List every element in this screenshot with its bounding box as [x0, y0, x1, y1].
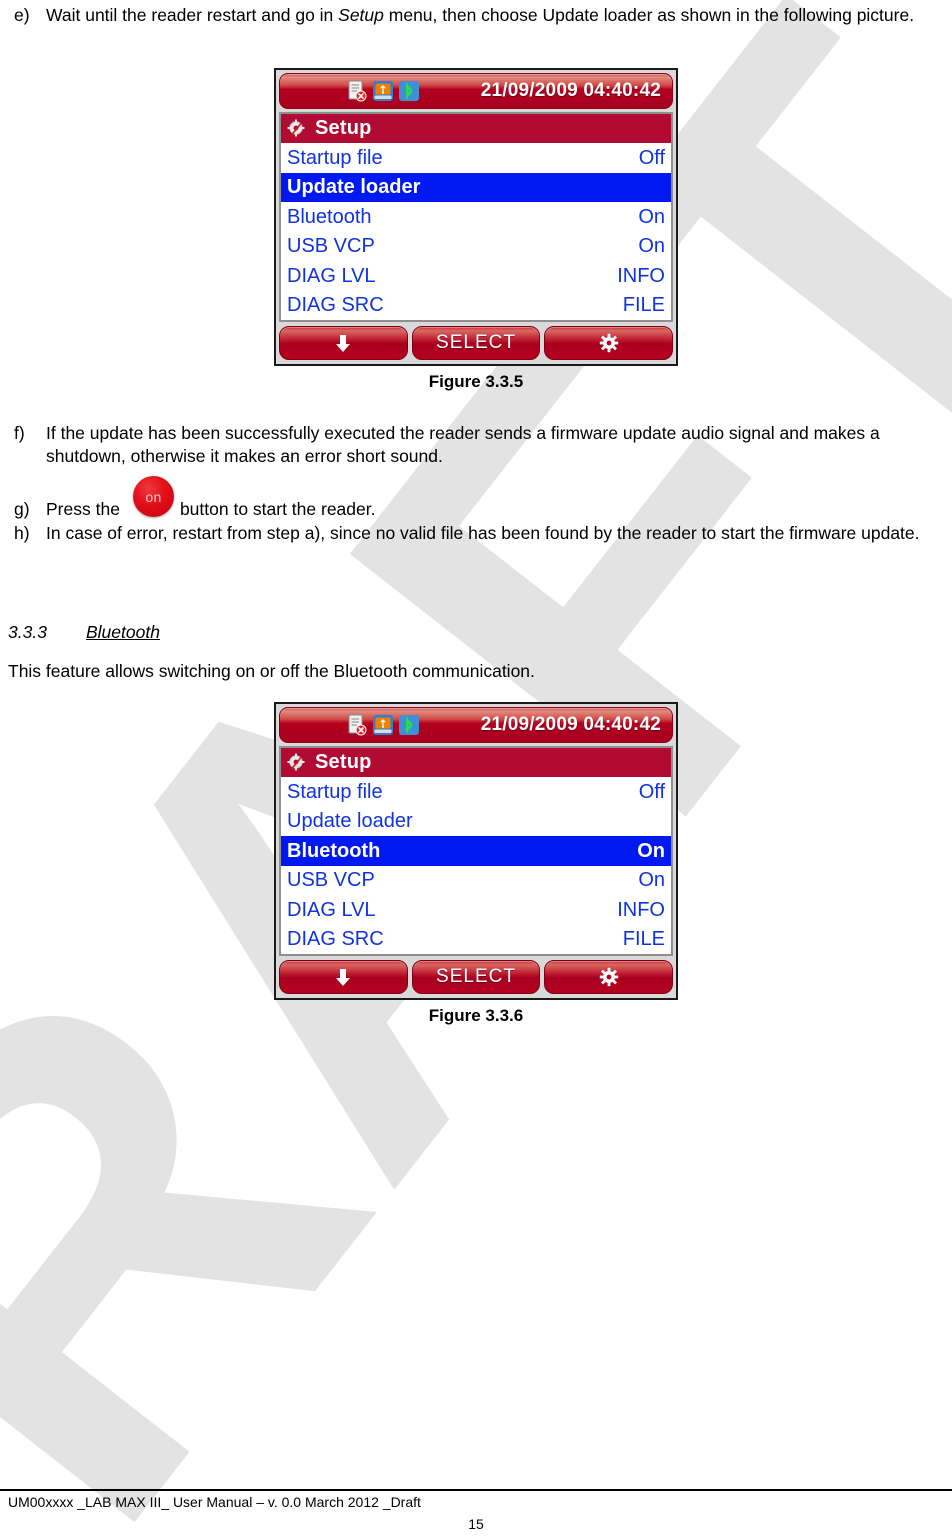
device-button-bar: SELECT: [279, 326, 674, 360]
menu-row-value: FILE: [622, 928, 665, 951]
step-e-text-part1: Wait until the reader restart and go in: [46, 5, 339, 25]
menu-header: Setup: [281, 748, 671, 777]
menu-row-label: DIAG SRC: [287, 928, 384, 951]
device-titlebar: 21/09/2009 04:40:42: [279, 73, 673, 109]
footer-text: UM00xxxx _LAB MAX III_ User Manual – v. …: [8, 1494, 421, 1510]
menu-row-label: USB VCP: [287, 869, 375, 892]
step-e-paragraph: e) Wait until the reader restart and go …: [14, 4, 929, 27]
bluetooth-icon: [399, 715, 419, 735]
select-button[interactable]: SELECT: [411, 960, 541, 994]
step-e-text-part2: menu, then choose Update loader as shown…: [383, 5, 915, 25]
menu-row[interactable]: DIAG SRC FILE: [281, 290, 671, 320]
settings-button[interactable]: [544, 960, 674, 994]
step-e-text-italic: Setup: [338, 5, 384, 25]
menu-row[interactable]: Update loader: [281, 806, 671, 836]
usb-device-icon: [373, 715, 393, 735]
arrow-down-icon: [336, 335, 351, 352]
device-clock: 21/09/2009 04:40:42: [480, 80, 661, 101]
menu-row[interactable]: USB VCP On: [281, 231, 671, 261]
menu-title: Setup: [315, 117, 372, 139]
menu-row[interactable]: USB VCP On: [281, 865, 671, 895]
step-h-marker: h): [14, 523, 30, 543]
menu-row[interactable]: Update loader: [281, 172, 671, 202]
step-g-marker: g): [14, 499, 30, 519]
status-icon-group: [346, 714, 420, 736]
file-error-icon: [348, 80, 367, 102]
step-g-text-after: button to start the reader.: [179, 499, 376, 519]
menu-row[interactable]: Bluetooth On: [281, 202, 671, 232]
menu-row-value: FILE: [622, 294, 665, 317]
down-arrow-button[interactable]: [279, 960, 408, 994]
menu-row[interactable]: Bluetooth On: [281, 836, 671, 866]
file-error-icon: [348, 714, 367, 736]
step-g-text: Press the button to start the reader.: [46, 498, 934, 521]
menu-row[interactable]: DIAG LVL INFO: [281, 261, 671, 291]
device-button-bar: SELECT: [279, 960, 674, 994]
menu-row-label: Update loader: [287, 810, 413, 833]
figure-2-caption: Figure 3.3.6: [428, 1006, 524, 1025]
status-icon-group: [346, 80, 420, 102]
menu-row-label: DIAG LVL: [287, 264, 376, 287]
setup-gear-icon: [287, 753, 305, 770]
gear-icon: [599, 333, 618, 353]
section-number: 3.3.3: [8, 622, 47, 642]
menu-row-label: DIAG LVL: [287, 898, 376, 921]
footer-divider: [0, 1489, 952, 1491]
menu-row-value: On: [638, 869, 665, 892]
menu-row-value: Off: [638, 146, 665, 169]
menu-row-label: Startup file: [287, 780, 383, 803]
bluetooth-icon: [399, 81, 419, 101]
select-button[interactable]: SELECT: [411, 326, 541, 360]
step-e-marker: e): [14, 5, 30, 25]
arrow-down-icon: [336, 969, 351, 986]
figure-1-caption: Figure 3.3.5: [428, 372, 524, 391]
device-clock: 21/09/2009 04:40:42: [480, 714, 661, 735]
page-number: 15: [468, 1516, 484, 1532]
section-body-paragraph: This feature allows switching on or off …: [8, 660, 928, 683]
step-h-text: In case of error, restart from step a), …: [46, 523, 920, 543]
menu-row-label: Update loader: [287, 176, 421, 199]
down-arrow-button[interactable]: [279, 326, 408, 360]
menu-rows-container: Startup file Off Update loader Bluetooth On U…: [281, 143, 671, 320]
menu-row-value: INFO: [617, 264, 665, 287]
step-f-marker: f): [14, 423, 25, 443]
menu-row-label: DIAG SRC: [287, 294, 384, 317]
device-titlebar: 21/09/2009 04:40:42: [279, 707, 673, 743]
step-g-paragraph: g) Press the button to start the reader.: [14, 498, 934, 521]
menu-row-value: On: [638, 235, 665, 258]
step-g-text-before: Press the: [46, 499, 120, 519]
menu-row-label: Startup file: [287, 146, 383, 169]
menu-row[interactable]: Startup file Off: [281, 777, 671, 807]
step-h-paragraph: h) In case of error, restart from step a…: [14, 522, 934, 545]
menu-row-value: Off: [638, 780, 665, 803]
menu-row-value: On: [638, 205, 665, 228]
menu-row-label: Bluetooth: [287, 839, 381, 862]
menu-row-label: USB VCP: [287, 235, 375, 258]
device-menu-list: Setup Startup file Off Update loader Blueto…: [279, 746, 673, 956]
menu-row-value: INFO: [617, 898, 665, 921]
usb-device-icon: [373, 81, 393, 101]
device-screen-figure-1: 21/09/2009 04:40:42 Setup Startup file Of…: [274, 68, 678, 366]
document-page: e) Wait until the reader restart and go …: [0, 0, 952, 1537]
step-f-paragraph: f) If the update has been successfully e…: [14, 422, 934, 468]
menu-title: Setup: [315, 751, 372, 773]
menu-row[interactable]: DIAG SRC FILE: [281, 924, 671, 954]
settings-button[interactable]: [544, 326, 674, 360]
device-menu-list: Setup Startup file Off Update loader Blueto…: [279, 112, 673, 322]
menu-row[interactable]: Startup file Off: [281, 143, 671, 173]
section-heading: 3.3.3 Bluetooth: [8, 622, 160, 643]
step-e-text: Wait until the reader restart and go in …: [46, 4, 929, 27]
section-title: Bluetooth: [86, 622, 160, 642]
gear-icon: [599, 967, 618, 987]
menu-rows-container: Startup file Off Update loader Bluetooth On U…: [281, 777, 671, 954]
setup-gear-icon: [287, 119, 305, 136]
menu-row-label: Bluetooth: [287, 205, 372, 228]
section-body-text: This feature allows switching on or off …: [8, 661, 535, 681]
menu-row[interactable]: DIAG LVL INFO: [281, 895, 671, 925]
device-screen-figure-2: 21/09/2009 04:40:42 Setup Startup file Of…: [274, 702, 678, 1000]
menu-row-value: On: [637, 839, 665, 862]
menu-header: Setup: [281, 114, 671, 143]
step-f-text: If the update has been successfully exec…: [46, 423, 880, 466]
